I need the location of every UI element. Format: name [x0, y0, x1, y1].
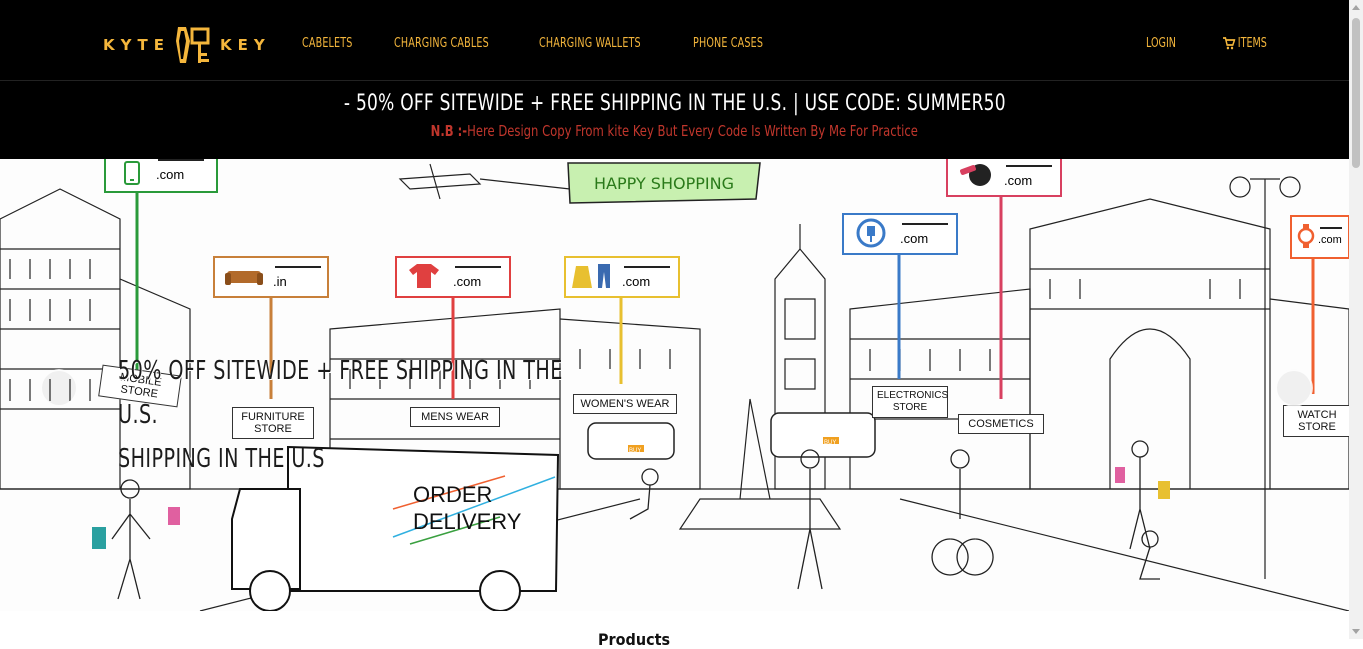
buy-label-2: BUY — [824, 440, 837, 446]
tag-furniture[interactable]: .in — [213, 256, 329, 298]
account-nav: LOGIN ITEMS — [1146, 36, 1276, 51]
mobile-icon — [124, 161, 140, 185]
tag-electronics-label: .com — [900, 231, 929, 246]
watch-icon — [1297, 224, 1315, 248]
sofa-icon — [225, 271, 263, 285]
cart-icon — [1222, 37, 1235, 50]
plug-icon — [856, 218, 886, 248]
login-link[interactable]: LOGIN — [1146, 36, 1176, 51]
cart-link[interactable]: ITEMS — [1222, 36, 1267, 51]
note-text: Here Design Copy From kite Key But Every… — [467, 122, 919, 140]
makeup-icon — [960, 164, 991, 186]
tshirt-icon — [409, 264, 439, 288]
store-sign-cosmetics: COSMETICS — [958, 414, 1044, 434]
practice-note: N.B :-Here Design Copy From kite Key But… — [0, 122, 1349, 140]
main-nav: CABELETS CHARGING CABLES CHARGING WALLET… — [302, 36, 809, 51]
tag-electronics[interactable]: .com — [842, 213, 958, 255]
note-prefix: N.B :- — [430, 122, 468, 140]
truck-delivery-text: DELIVERY — [413, 509, 522, 534]
hero-caption: 50% OFF SITEWIDE + FREE SHIPPING IN THE … — [118, 349, 577, 481]
brand-name-left: KYTE — [103, 36, 170, 54]
hero-caption-line1: 50% OFF SITEWIDE + FREE SHIPPING IN THE … — [118, 356, 563, 430]
page-scrollbar[interactable] — [1349, 0, 1363, 639]
tag-watch[interactable]: .com — [1290, 215, 1349, 259]
nav-charging-cables[interactable]: CHARGING CABLES — [394, 36, 489, 51]
key-logo-icon — [175, 27, 210, 63]
carousel-next-button[interactable] — [1275, 369, 1313, 407]
tag-cosmetics-label: .com — [1004, 173, 1033, 188]
nav-phone-cases[interactable]: PHONE CASES — [693, 36, 763, 51]
tag-furniture-label: .in — [273, 274, 287, 289]
brand-logo[interactable]: KYTE KEY — [103, 24, 271, 66]
tag-mens-label: .com — [453, 274, 482, 289]
tag-mobile[interactable]: .com — [104, 159, 218, 193]
tag-womens[interactable]: .com — [564, 256, 680, 298]
cart-items-label: ITEMS — [1237, 36, 1267, 51]
tag-mobile-label: .com — [156, 167, 185, 182]
happy-shopping-banner: HAPPY SHOPPING — [594, 174, 734, 193]
top-navbar: KYTE KEY CABELETS CHARGING CABLES CHARGI… — [0, 0, 1349, 81]
nav-charging-wallets[interactable]: CHARGING WALLETS — [539, 36, 641, 51]
store-sign-electronics: ELECTRONICS STORE — [872, 386, 948, 418]
brand-name-right: KEY — [219, 36, 271, 54]
hero-carousel: HAPPY SHOPPING ORDER DELIVERY .com .in .… — [0, 159, 1349, 611]
products-heading: Products — [598, 630, 671, 649]
tag-womens-label: .com — [622, 274, 651, 289]
scrollbar-thumb[interactable] — [1352, 18, 1360, 168]
hero-caption-line2: SHIPPING IN THE U.S — [118, 444, 325, 474]
store-sign-watch: WATCH STORE — [1283, 405, 1349, 437]
scroll-up-icon[interactable] — [1352, 5, 1360, 10]
tag-watch-label: .com — [1318, 234, 1342, 246]
nav-cabelets[interactable]: CABELETS — [302, 36, 353, 51]
tag-mens[interactable]: .com — [395, 256, 511, 298]
truck-order-text: ORDER — [413, 482, 492, 507]
promo-text: - 50% OFF SITEWIDE + FREE SHIPPING IN TH… — [343, 91, 1006, 116]
promo-banner: - 50% OFF SITEWIDE + FREE SHIPPING IN TH… — [0, 81, 1349, 159]
tag-cosmetics[interactable]: .com — [946, 159, 1062, 197]
store-sign-womens: WOMEN'S WEAR — [573, 394, 677, 414]
scroll-down-icon[interactable] — [1352, 629, 1360, 634]
carousel-prev-button[interactable] — [40, 369, 78, 407]
buy-label-1: BUY — [629, 448, 642, 454]
clothing-icon — [572, 264, 610, 288]
